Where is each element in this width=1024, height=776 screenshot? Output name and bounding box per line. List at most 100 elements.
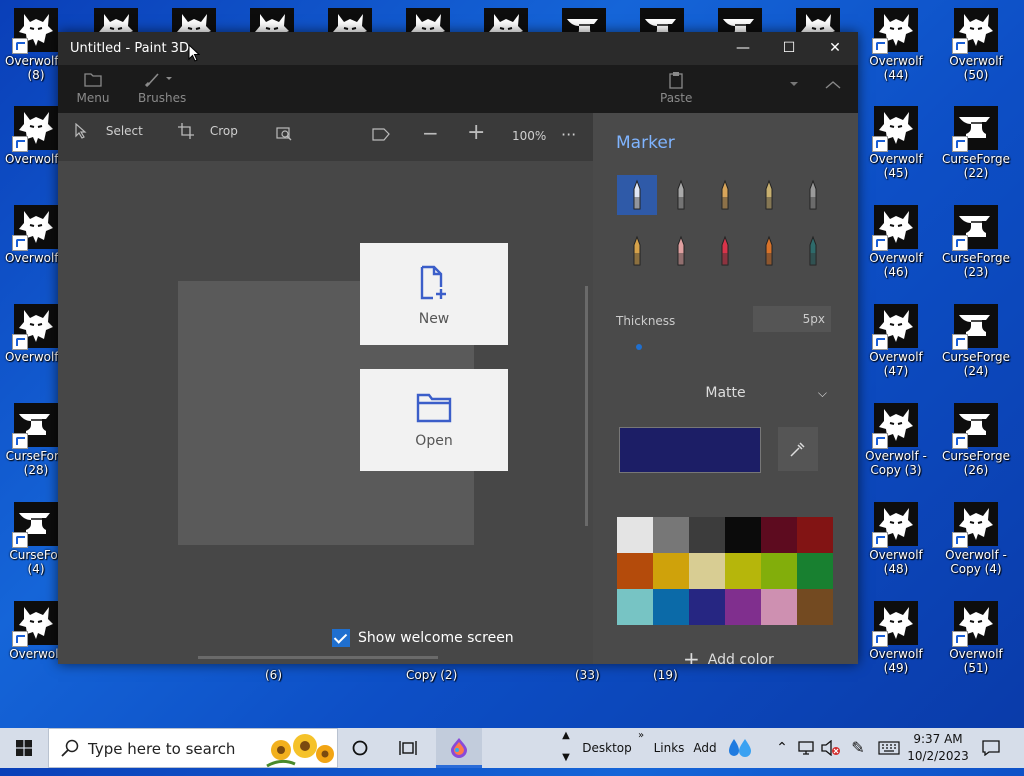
system-clock[interactable]: 9:37 AM 10/2/2023: [903, 731, 973, 765]
palette-color[interactable]: [653, 553, 689, 589]
vertical-scrollbar[interactable]: [585, 286, 588, 526]
crop-tool[interactable]: Crop: [178, 123, 238, 139]
desktop-icon-label: CurseForge (22): [941, 152, 1011, 180]
title-bar[interactable]: Untitled - Paint 3D — ☐ ✕: [58, 32, 858, 65]
desktop-icon-wolf[interactable]: Overwolf (48): [856, 502, 936, 576]
show-hidden-icons-button[interactable]: ⌃: [772, 728, 792, 768]
palette-color[interactable]: [797, 517, 833, 553]
calligraphy-pen-brush[interactable]: [661, 175, 701, 215]
desktop-icon-anvil[interactable]: CurseForge (22): [936, 106, 1016, 180]
palette-color[interactable]: [761, 517, 797, 553]
action-center-button[interactable]: [978, 728, 1004, 768]
palette-color[interactable]: [617, 553, 653, 589]
desktop-icon-wolf[interactable]: Overwolf (51): [936, 601, 1016, 675]
palette-color[interactable]: [689, 517, 725, 553]
thickness-slider-thumb[interactable]: [635, 344, 642, 350]
windows-logo-icon: [16, 740, 32, 756]
palette-color[interactable]: [761, 553, 797, 589]
palette-color[interactable]: [797, 589, 833, 625]
palette-color[interactable]: [725, 589, 761, 625]
palette-color[interactable]: [617, 517, 653, 553]
overwolf-icon: [12, 304, 58, 350]
thickness-input[interactable]: 5px: [753, 306, 831, 332]
select-tool[interactable]: Select: [74, 122, 143, 139]
palette-color[interactable]: [797, 553, 833, 589]
desktop-icon-wolf[interactable]: Overwolf (49): [856, 601, 936, 675]
toolbar-scroll-down[interactable]: ▼: [559, 750, 573, 768]
zoom-level[interactable]: 100%: [512, 129, 546, 143]
marker-brush[interactable]: [617, 175, 657, 215]
desktop-toolbar[interactable]: Desktop: [581, 728, 633, 768]
palette-color[interactable]: [617, 589, 653, 625]
more-options-button[interactable]: ···: [561, 125, 576, 144]
shortcut-arrow-icon: [12, 235, 28, 251]
desktop-icon-wolf[interactable]: Overwolf (47): [856, 304, 936, 378]
desktop-icon-anvil[interactable]: CurseForge (26): [936, 403, 1016, 477]
watercolor-brush[interactable]: [749, 175, 789, 215]
palette-color[interactable]: [653, 517, 689, 553]
collapse-ribbon-button[interactable]: [824, 79, 842, 93]
open-button[interactable]: Open: [360, 369, 508, 471]
desktop-icon-wolf[interactable]: Overwolf - Copy (4): [936, 502, 1016, 576]
palette-color[interactable]: [653, 589, 689, 625]
fill-brush[interactable]: [793, 231, 833, 271]
desktop-icon-anvil[interactable]: CurseForge (23): [936, 205, 1016, 279]
search-box[interactable]: Type here to search: [48, 728, 338, 768]
chevron-expand-icon[interactable]: »: [636, 716, 646, 756]
desktop-icon-wolf[interactable]: Overwolf - Copy (3): [856, 403, 936, 477]
paint3d-taskbar-button[interactable]: [436, 728, 482, 768]
view-3d-tool[interactable]: [372, 127, 390, 144]
paste-button[interactable]: Paste: [660, 71, 692, 105]
shortcut-arrow-icon: [952, 38, 968, 54]
close-button[interactable]: ✕: [812, 32, 858, 65]
folder-icon: [84, 73, 102, 87]
pixel-pen-brush[interactable]: [793, 175, 833, 215]
volume-muted-icon[interactable]: [820, 728, 842, 768]
shortcut-arrow-icon: [12, 38, 28, 54]
crayon-brush[interactable]: [705, 231, 745, 271]
palette-color[interactable]: [689, 553, 725, 589]
start-button[interactable]: [0, 728, 48, 768]
links-toolbar[interactable]: Links: [651, 728, 687, 768]
add-color-button[interactable]: + Add color: [683, 647, 774, 664]
spray-can-brush[interactable]: [749, 231, 789, 271]
desktop-icon-label: Overwolf - Copy (4): [945, 548, 1007, 576]
show-welcome-checkbox[interactable]: Show welcome screen: [332, 629, 514, 647]
oil-brush-brush[interactable]: [705, 175, 745, 215]
menu-button[interactable]: Menu: [76, 71, 110, 105]
cortana-button[interactable]: [340, 728, 380, 768]
canvas-area[interactable]: New Open Show welcome screen: [58, 161, 593, 664]
network-icon[interactable]: [795, 728, 817, 768]
pen-workspace-icon[interactable]: ✎: [847, 728, 869, 768]
eyedropper-button[interactable]: [778, 427, 818, 471]
finish-dropdown[interactable]: Matte ⌵: [618, 375, 833, 411]
eraser-brush[interactable]: [661, 231, 701, 271]
touch-keyboard-icon[interactable]: [876, 728, 902, 768]
zoom-out-button[interactable]: −: [422, 121, 439, 145]
shortcut-arrow-icon: [872, 433, 888, 449]
select-label: Select: [105, 123, 143, 138]
palette-color[interactable]: [689, 589, 725, 625]
shortcut-arrow-icon: [12, 334, 28, 350]
palette-color[interactable]: [725, 517, 761, 553]
brushes-button[interactable]: Brushes: [138, 71, 186, 105]
zoom-in-button[interactable]: +: [467, 120, 485, 145]
minimize-button[interactable]: —: [720, 32, 766, 65]
palette-color[interactable]: [725, 553, 761, 589]
desktop-icon-wolf[interactable]: Overwolf (44): [856, 8, 936, 82]
magic-select-tool[interactable]: [276, 127, 292, 144]
new-button[interactable]: New: [360, 243, 508, 345]
maximize-button[interactable]: ☐: [766, 32, 812, 65]
desktop-icon-wolf[interactable]: Overwolf (45): [856, 106, 936, 180]
expand-button[interactable]: [786, 77, 802, 91]
horizontal-scrollbar[interactable]: [198, 656, 438, 659]
desktop-icon-anvil[interactable]: CurseForge (24): [936, 304, 1016, 378]
add-toolbar[interactable]: Add: [690, 728, 720, 768]
pencil-brush[interactable]: [617, 231, 657, 271]
task-view-button[interactable]: [388, 728, 428, 768]
selected-color-swatch[interactable]: [619, 427, 761, 473]
droplet-app-button[interactable]: [724, 728, 756, 768]
palette-color[interactable]: [761, 589, 797, 625]
desktop-icon-wolf[interactable]: Overwolf (50): [936, 8, 1016, 82]
desktop-icon-wolf[interactable]: Overwolf (46): [856, 205, 936, 279]
